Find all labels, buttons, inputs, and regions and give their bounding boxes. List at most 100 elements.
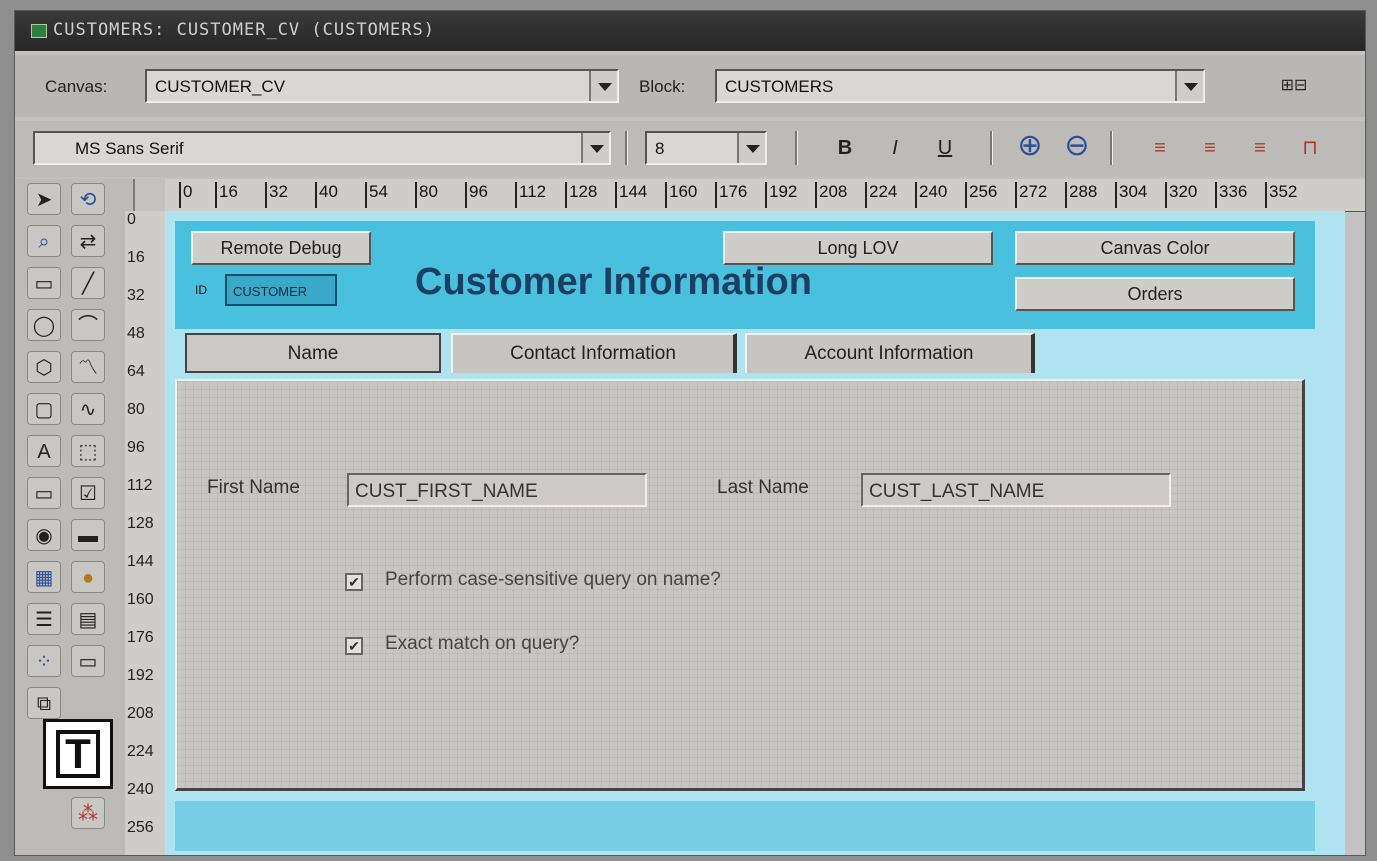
page-title: Customer Information: [415, 261, 812, 303]
freehand-tool-icon[interactable]: ∿: [71, 393, 105, 425]
text-item-tool-icon[interactable]: ▬: [71, 519, 105, 551]
orders-button[interactable]: Orders: [1015, 277, 1295, 311]
ruler-tick: 320: [1165, 182, 1197, 208]
horizontal-ruler: 0 16 32 40 54 80 96 112 128 144 160 176 …: [165, 179, 1365, 212]
chevron-down-icon[interactable]: [589, 71, 617, 101]
design-canvas[interactable]: Remote Debug Long LOV Canvas Color Order…: [165, 211, 1345, 855]
ruler-tick: 176: [715, 182, 747, 208]
button-tool-icon[interactable]: ▭: [27, 477, 61, 509]
ruler-tick: 336: [1215, 182, 1247, 208]
ruler-tick: 288: [1065, 182, 1097, 208]
ruler-tick: 208: [815, 182, 847, 208]
header-area: Remote Debug Long LOV Canvas Color Order…: [175, 221, 1315, 329]
font-size-value: 8: [655, 139, 665, 158]
zoom-in-icon[interactable]: ⊕: [1010, 129, 1050, 163]
canvas-select[interactable]: CUSTOMER_CV: [145, 69, 619, 103]
ruler-tick: 192: [765, 182, 797, 208]
line-tool-icon[interactable]: ╱: [71, 267, 105, 299]
chevron-down-icon[interactable]: [581, 133, 609, 163]
bold-button[interactable]: B: [830, 131, 860, 165]
check-box-tool-icon[interactable]: ☑: [71, 477, 105, 509]
magnify-tool-icon[interactable]: ⌕: [27, 225, 61, 257]
tool-palette: ➤ ⟲ ⌕ ⇄ ▭ ╱ ◯ ⌒ ⬡ 〽 ▢ ∿ A ⬚ ▭ ☑ ◉ ▬ ▦ ● …: [15, 179, 135, 855]
canvas-select-value: CUSTOMER_CV: [155, 77, 286, 96]
ruler-tick: 128: [127, 515, 154, 532]
ruler-tick: 352: [1265, 182, 1297, 208]
ruler-tick: 160: [665, 182, 697, 208]
block-select[interactable]: CUSTOMERS: [715, 69, 1205, 103]
font-select[interactable]: MS Sans Serif: [33, 131, 611, 165]
layout-editor-window: CUSTOMERS: CUSTOMER_CV (CUSTOMERS) Canva…: [14, 10, 1366, 856]
canvas-color-button[interactable]: Canvas Color: [1015, 231, 1295, 265]
rounded-rectangle-tool-icon[interactable]: ▢: [27, 393, 61, 425]
font-size-select[interactable]: 8: [645, 131, 767, 165]
layout-tools-icon[interactable]: ⊞⊟: [1249, 69, 1339, 103]
polyline-tool-icon[interactable]: 〽: [71, 351, 105, 383]
font-select-value: MS Sans Serif: [75, 139, 184, 158]
tab-canvas-tool-icon[interactable]: ⧉: [27, 687, 61, 719]
exact-match-checkbox[interactable]: ✔: [345, 637, 363, 655]
ruler-tick: 240: [915, 182, 947, 208]
radio-button-tool-icon[interactable]: ◉: [27, 519, 61, 551]
ruler-tick: 32: [127, 287, 145, 304]
align-left-icon[interactable]: ≡: [1145, 131, 1175, 165]
sound-tool-icon[interactable]: ●: [71, 561, 105, 593]
last-name-label: Last Name: [717, 477, 809, 498]
ruler-tick: 192: [127, 667, 154, 684]
toolbar-divider: [990, 131, 993, 165]
tab-account-information[interactable]: Account Information: [745, 333, 1035, 373]
text-color-tool[interactable]: T: [43, 719, 113, 789]
tab-name[interactable]: Name: [185, 333, 441, 373]
ruler-tick: 16: [215, 182, 238, 208]
reshape-tool-icon[interactable]: ⇄: [71, 225, 105, 257]
chevron-down-icon[interactable]: [737, 133, 765, 163]
ruler-tick: 80: [415, 182, 438, 208]
first-name-field[interactable]: CUST_FIRST_NAME: [347, 473, 647, 507]
rectangle-tool-icon[interactable]: ▭: [27, 267, 61, 299]
block-label: Block:: [639, 77, 686, 96]
ruler-tick: 256: [965, 182, 997, 208]
align-center-icon[interactable]: ≡: [1195, 131, 1225, 165]
tab-page-name: First Name CUST_FIRST_NAME Last Name CUS…: [175, 379, 1305, 791]
ruler-tick: 80: [127, 401, 145, 418]
rotate-tool-icon[interactable]: ⟲: [71, 183, 105, 215]
fill-color-icon[interactable]: ⁂: [71, 797, 105, 829]
tab-contact-information[interactable]: Contact Information: [451, 333, 737, 373]
ellipse-tool-icon[interactable]: ◯: [27, 309, 61, 341]
ruler-tick: 40: [315, 182, 338, 208]
long-lov-button[interactable]: Long LOV: [723, 231, 993, 265]
underline-button[interactable]: U: [930, 131, 960, 165]
frame-tool-icon[interactable]: ⬚: [71, 435, 105, 467]
stacked-canvas-tool-icon[interactable]: ▭: [71, 645, 105, 677]
canvas-label: Canvas:: [45, 77, 108, 96]
ole-tool-icon[interactable]: ⁘: [27, 645, 61, 677]
ruler-tick: 224: [127, 743, 154, 760]
ruler-tick: 112: [515, 182, 546, 208]
ruler-tick: 208: [127, 705, 154, 722]
canvas-block-toolbar: Canvas: CUSTOMER_CV Block: CUSTOMERS ⊞⊟: [15, 55, 1365, 117]
app-icon: [31, 24, 47, 38]
align-right-icon[interactable]: ≡: [1245, 131, 1275, 165]
image-tool-icon[interactable]: ▦: [27, 561, 61, 593]
select-tool-icon[interactable]: ➤: [27, 183, 61, 215]
italic-button[interactable]: I: [880, 131, 910, 165]
remote-debug-button[interactable]: Remote Debug: [191, 231, 371, 265]
ruler-tick: 240: [127, 781, 154, 798]
zoom-out-icon[interactable]: ⊖: [1057, 129, 1097, 163]
align-top-icon[interactable]: ⊓: [1295, 131, 1325, 165]
customer-id-label: ID: [195, 283, 207, 297]
arc-tool-icon[interactable]: ⌒: [71, 309, 105, 341]
ruler-tick: 64: [127, 363, 145, 380]
customer-id-field[interactable]: CUSTOMER: [225, 274, 337, 306]
text-tool-icon[interactable]: A: [27, 435, 61, 467]
title-bar: CUSTOMERS: CUSTOMER_CV (CUSTOMERS): [15, 11, 1365, 51]
polygon-tool-icon[interactable]: ⬡: [27, 351, 61, 383]
ruler-tick: 224: [865, 182, 897, 208]
last-name-field[interactable]: CUST_LAST_NAME: [861, 473, 1171, 507]
chevron-down-icon[interactable]: [1175, 71, 1203, 101]
ruler-tick: 96: [127, 439, 145, 456]
ruler-tick: 48: [127, 325, 145, 342]
case-sensitive-checkbox[interactable]: ✔: [345, 573, 363, 591]
list-item-tool-icon[interactable]: ☰: [27, 603, 61, 635]
chart-tool-icon[interactable]: ▤: [71, 603, 105, 635]
